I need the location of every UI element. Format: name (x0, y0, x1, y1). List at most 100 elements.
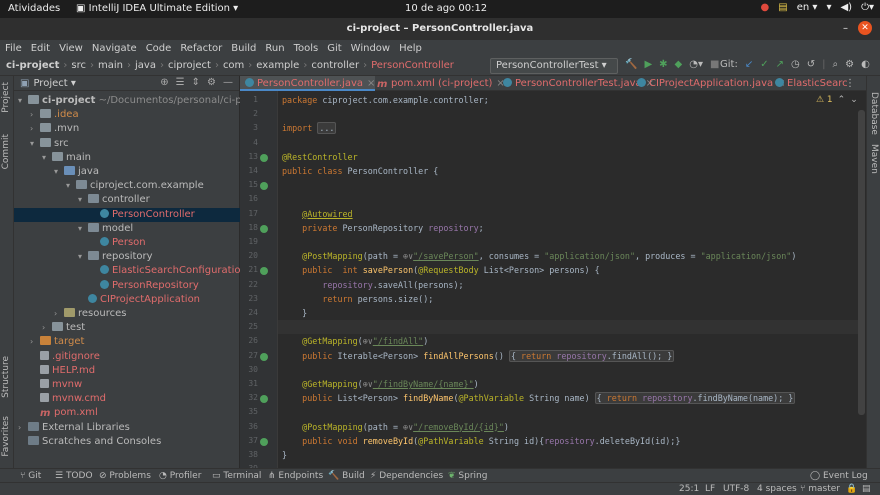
code-line[interactable]: @PostMapping(path = ⊕∨"/savePerson", con… (282, 249, 796, 263)
tree-item[interactable]: ▾ ci-project ~/Documentos/personal/ci-pro… (14, 94, 270, 108)
code-editor[interactable]: package ciproject.com.example.controller… (278, 91, 858, 468)
tree-item[interactable]: .gitignore (14, 350, 240, 364)
line-number[interactable]: 36 (240, 422, 258, 431)
tree-item[interactable]: › .mvn (14, 122, 240, 136)
lock-icon[interactable]: 🔒 (846, 484, 857, 494)
line-number[interactable]: 25 (240, 322, 258, 331)
coverage-icon[interactable]: ◆ (675, 59, 683, 70)
spring-tool-button[interactable]: ❦ Spring (448, 471, 487, 481)
breadcrumb-item[interactable]: main (98, 60, 123, 71)
collapse-all-icon[interactable]: ☰ (176, 77, 185, 88)
menu-tools[interactable]: Tools (293, 43, 320, 54)
breadcrumb-item[interactable]: ciproject (168, 60, 211, 71)
line-number[interactable]: 16 (240, 194, 258, 203)
code-line[interactable]: public void removeById(@PathVariable Str… (282, 434, 680, 448)
tree-item[interactable]: Person (14, 236, 240, 250)
code-line[interactable]: } (282, 306, 307, 320)
debug-icon[interactable]: ✱ (659, 59, 667, 70)
tree-item[interactable]: › .idea (14, 108, 240, 122)
tree-item[interactable]: Scratches and Consoles (14, 435, 240, 449)
dependencies-tool-button[interactable]: ⚡ Dependencies (370, 471, 443, 481)
todo-tool-button[interactable]: ☰ TODO (55, 471, 93, 481)
git-update-icon[interactable]: ↙ (745, 59, 753, 70)
ide-features-icon[interactable]: ◐ (861, 59, 870, 70)
chevron-right-icon[interactable]: › (54, 307, 64, 321)
line-number[interactable]: 38 (240, 450, 258, 459)
code-line[interactable]: public class PersonController { (282, 164, 438, 178)
tree-item[interactable]: ▾ src (14, 137, 240, 151)
minimize-button[interactable]: – (843, 23, 848, 34)
warning-count[interactable]: ⚠ 1 (816, 95, 833, 105)
project-tool-tab[interactable]: Project (1, 82, 11, 113)
breadcrumb-item[interactable]: PersonController (371, 60, 454, 71)
chevron-up-icon[interactable]: ⌃ (838, 95, 846, 105)
menu-run[interactable]: Run (264, 43, 285, 54)
problems-tool-button[interactable]: ⊘ Problems (99, 471, 151, 481)
code-line[interactable]: public Iterable<Person> findAllPersons()… (282, 349, 675, 363)
code-line[interactable]: @PostMapping(path = ⊕∨"/removeById/{id}"… (282, 420, 509, 434)
menu-help[interactable]: Help (398, 43, 423, 54)
line-number[interactable]: 23 (240, 294, 258, 303)
commit-tool-tab[interactable]: Commit (1, 134, 11, 169)
line-number[interactable]: 3 (240, 123, 258, 132)
line-number[interactable]: 27 (240, 351, 258, 360)
line-number[interactable]: 26 (240, 336, 258, 345)
code-line[interactable]: import ... (282, 121, 337, 135)
hide-icon[interactable]: — (223, 77, 233, 88)
database-tool-tab[interactable]: Database (869, 92, 879, 135)
line-number[interactable]: 19 (240, 237, 258, 246)
line-number[interactable]: 13 (240, 152, 258, 161)
build-tool-button[interactable]: 🔨 Build (328, 471, 365, 481)
run-icon[interactable]: ▶ (644, 59, 652, 70)
tree-item[interactable]: › test (14, 321, 240, 335)
favorites-tool-tab[interactable]: Favorites (1, 416, 11, 457)
git-branch[interactable]: ⑂ master (800, 484, 840, 494)
git-tool-button[interactable]: ⑂ Git (20, 471, 41, 481)
breadcrumb-item[interactable]: src (71, 60, 86, 71)
memory-indicator-icon[interactable]: ▤ (862, 484, 871, 494)
line-number[interactable]: 31 (240, 379, 258, 388)
volume-icon[interactable]: ◀) (840, 2, 852, 13)
spring-bean-gutter-icon[interactable] (260, 395, 268, 404)
code-line[interactable]: } (282, 448, 287, 462)
menu-navigate[interactable]: Navigate (91, 43, 138, 54)
spring-bean-gutter-icon[interactable] (260, 224, 268, 233)
line-number[interactable]: 1 (240, 95, 258, 104)
terminal-tool-button[interactable]: ▭ Terminal (212, 471, 261, 481)
code-line[interactable]: @Autowired (282, 207, 352, 221)
notes-icon[interactable]: ▤ (778, 2, 787, 13)
code-line[interactable]: @GetMapping(⊕∨"/findAll") (282, 334, 428, 348)
code-line[interactable]: package ciproject.com.example.controller… (282, 93, 489, 107)
tree-item[interactable]: ▾ controller (14, 193, 240, 207)
editor-inspection-widget[interactable]: ⚠ 1 ⌃ ⌄ (816, 95, 858, 105)
line-separator[interactable]: LF (705, 484, 715, 494)
git-push-icon[interactable]: ↗ (776, 59, 784, 70)
stop-icon[interactable]: ■ (710, 59, 719, 70)
chrome-icon[interactable]: ● (761, 2, 770, 13)
menu-file[interactable]: File (4, 43, 23, 54)
line-number[interactable]: 18 (240, 223, 258, 232)
expand-icon[interactable]: ⇕ (192, 77, 200, 88)
project-view-select[interactable]: Project ▾ (33, 78, 75, 89)
undo-icon[interactable]: | (822, 59, 825, 70)
menu-view[interactable]: View (58, 43, 84, 54)
tree-item[interactable]: CIProjectApplication (14, 293, 240, 307)
chevron-down-icon[interactable]: ▾ (54, 165, 64, 179)
tree-item[interactable]: ▾ model (14, 222, 240, 236)
editor-scrollbar[interactable] (858, 110, 865, 415)
line-number[interactable]: 30 (240, 365, 258, 374)
spring-bean-gutter-icon[interactable] (260, 437, 268, 446)
chevron-down-icon[interactable]: ⌄ (850, 95, 858, 105)
build-icon[interactable]: 🔨 (625, 59, 637, 70)
chevron-right-icon[interactable]: › (30, 108, 40, 122)
menu-refactor[interactable]: Refactor (179, 43, 223, 54)
file-encoding[interactable]: UTF-8 (723, 484, 749, 494)
menu-code[interactable]: Code (145, 43, 173, 54)
close-button[interactable]: ✕ (858, 21, 872, 35)
chevron-down-icon[interactable]: ▾ (78, 193, 88, 207)
git-history-icon[interactable]: ◷ (791, 59, 800, 70)
editor-tab[interactable]: ElasticSearc (770, 76, 848, 91)
profile-icon[interactable]: ◔▾ (689, 59, 703, 70)
endpoints-tool-button[interactable]: ⋔ Endpoints (268, 471, 323, 481)
breadcrumb-item[interactable]: com (223, 60, 244, 71)
